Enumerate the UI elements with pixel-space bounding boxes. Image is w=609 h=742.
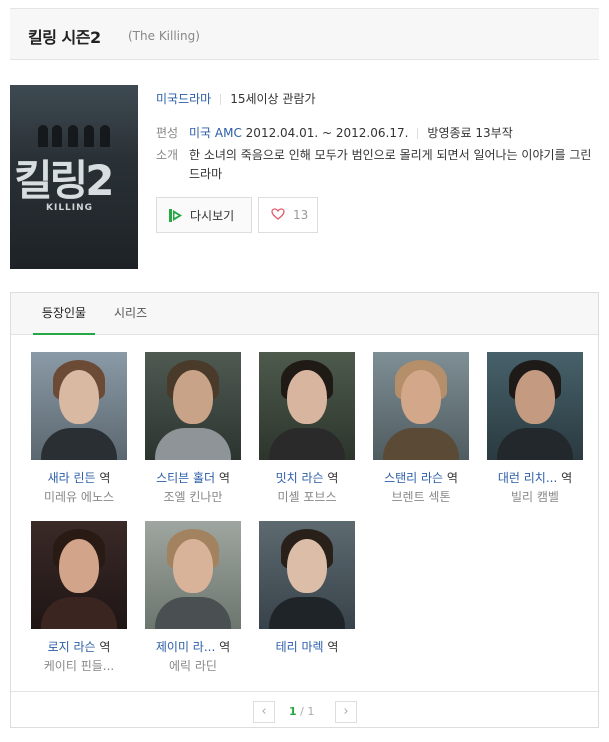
cast-role[interactable]: 대런 리치... — [498, 471, 557, 485]
cast-actor[interactable]: 미셸 포브스 — [257, 489, 357, 505]
cast-photo[interactable] — [31, 521, 127, 629]
page-header: 킬링 시즌2 (The Killing) — [10, 8, 599, 60]
cast-role[interactable]: 밋치 라슨 — [276, 471, 324, 485]
show-info: 미국드라마 15세이상 관람가 편성 미국 AMC 2012.04.01. ~ 2… — [156, 90, 601, 184]
broadcast-status: 방영종료 13부작 — [427, 126, 513, 140]
page-separator: / — [300, 705, 304, 718]
cast-photo[interactable] — [31, 352, 127, 460]
cast-card[interactable]: 스티븐 홀더 역 조엘 킨나만 — [143, 352, 243, 505]
next-page-button[interactable]: › — [335, 701, 357, 723]
poster-image[interactable]: 킬링2 KILLING — [10, 85, 138, 269]
cast-actor[interactable]: 에릭 라딘 — [143, 658, 243, 674]
cast-card[interactable]: 테리 마렉 역 — [257, 521, 357, 658]
cast-photo[interactable] — [259, 521, 355, 629]
role-suffix: 역 — [215, 471, 230, 485]
age-rating: 15세이상 관람가 — [230, 92, 316, 106]
cast-role[interactable]: 새라 린든 — [48, 471, 96, 485]
cast-section: 등장인물 시리즈 새라 린든 역 미레유 에노스 스티븐 홀더 역 조엘 킨나만… — [10, 292, 599, 728]
cast-card[interactable]: 대런 리치... 역 빌리 캠벨 — [485, 352, 585, 505]
role-suffix: 역 — [443, 471, 458, 485]
cast-card[interactable]: 새라 린든 역 미레유 에노스 — [29, 352, 129, 505]
page-indicator: 1 / 1 — [289, 705, 314, 718]
cast-role[interactable]: 테리 마렉 — [276, 640, 324, 654]
cast-card[interactable]: 제이미 라... 역 에릭 라딘 — [143, 521, 243, 674]
original-title: (The Killing) — [128, 29, 200, 43]
cast-photo[interactable] — [487, 352, 583, 460]
role-suffix: 역 — [215, 640, 231, 654]
divider — [220, 94, 222, 105]
cast-actor[interactable]: 케이티 핀들... — [29, 658, 129, 674]
summary-row: 소개 한 소녀의 죽음으로 인해 모두가 범인으로 몰리게 되면서 일어나는 이… — [156, 146, 601, 184]
pagination: ‹ 1 / 1 › — [11, 691, 598, 727]
replay-label: 다시보기 — [190, 208, 235, 223]
cast-actor[interactable]: 조엘 킨나만 — [143, 489, 243, 505]
cast-actor[interactable]: 미레유 에노스 — [29, 489, 129, 505]
like-count: 13 — [293, 208, 309, 222]
cast-photo[interactable] — [373, 352, 469, 460]
role-suffix: 역 — [95, 471, 111, 485]
poster-title-text: 킬링2 — [14, 156, 115, 205]
prev-page-button[interactable]: ‹ — [253, 701, 275, 723]
play-icon — [169, 208, 183, 222]
cast-card[interactable]: 로지 라슨 역 케이티 핀들... — [29, 521, 129, 674]
summary-label: 소개 — [156, 148, 179, 162]
divider — [417, 128, 419, 139]
heart-icon — [271, 207, 285, 223]
cast-actor[interactable]: 브렌트 섹톤 — [371, 489, 471, 505]
broadcast-label: 편성 — [156, 126, 179, 140]
page-title: 킬링 시즌2 — [28, 28, 101, 47]
total-pages: 1 — [307, 705, 315, 718]
tab-series[interactable]: 시리즈 — [114, 293, 147, 335]
cast-actor[interactable]: 빌리 캠벨 — [485, 489, 585, 505]
cast-role[interactable]: 제이미 라... — [156, 640, 215, 654]
broadcast-period: 2012.04.01. ~ 2012.06.17. — [245, 126, 409, 140]
role-suffix: 역 — [95, 640, 111, 654]
role-suffix: 역 — [323, 640, 339, 654]
summary-text: 한 소녀의 죽음으로 인해 모두가 범인으로 몰리게 되면서 일어나는 이야기를… — [189, 148, 592, 181]
tab-characters[interactable]: 등장인물 — [33, 293, 95, 335]
cast-tabs: 등장인물 시리즈 — [11, 293, 598, 335]
genre-link[interactable]: 미국드라마 — [156, 92, 211, 106]
cast-photo[interactable] — [145, 352, 241, 460]
role-suffix: 역 — [557, 471, 573, 485]
cast-photo[interactable] — [145, 521, 241, 629]
current-page: 1 — [289, 705, 297, 718]
poster-figures — [38, 125, 118, 147]
cast-card[interactable]: 밋치 라슨 역 미셸 포브스 — [257, 352, 357, 505]
replay-button[interactable]: 다시보기 — [156, 197, 252, 233]
cast-card[interactable]: 스탠리 라슨 역 브렌트 섹톤 — [371, 352, 471, 505]
broadcast-row: 편성 미국 AMC 2012.04.01. ~ 2012.06.17. 방영종료 … — [156, 124, 601, 143]
cast-role[interactable]: 스탠리 라슨 — [384, 471, 443, 485]
broadcast-channel-link[interactable]: 미국 AMC — [189, 126, 242, 140]
poster-subtitle-text: KILLING — [46, 203, 94, 213]
cast-photo[interactable] — [259, 352, 355, 460]
cast-role[interactable]: 스티븐 홀더 — [156, 471, 215, 485]
cast-role[interactable]: 로지 라슨 — [48, 640, 96, 654]
like-button[interactable]: 13 — [258, 197, 318, 233]
role-suffix: 역 — [323, 471, 339, 485]
